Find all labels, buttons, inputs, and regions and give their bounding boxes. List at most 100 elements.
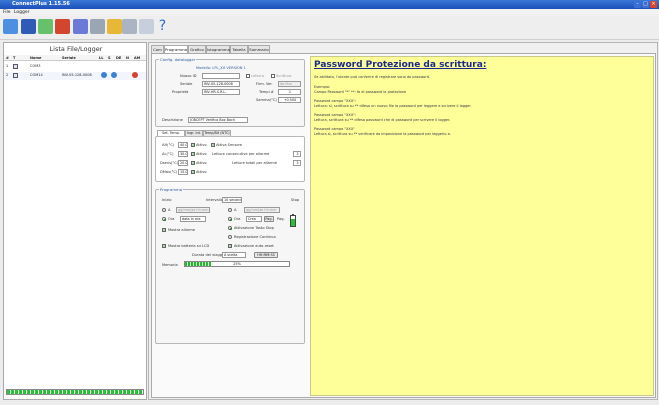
help-line: Lettura: sì, scrittura su ** difesa un n… [314,104,472,108]
stop-now-radio[interactable] [228,217,232,221]
help-line: Campo Password "*" **: fa di password la… [314,90,407,94]
tab-istogramma[interactable]: Istogramma [206,45,230,53]
stop-date-input[interactable]: gg/mm/aa hh:mm [244,207,280,213]
tab-com[interactable]: Com [151,45,164,53]
duration-select[interactable]: A scelta [222,252,246,258]
show-alarm-label: Mostra allarme [168,228,195,232]
start-now-field[interactable]: data in ora [180,216,206,222]
auto-reset-checkbox[interactable] [228,243,232,248]
model-label: Modello: LPL_XX VERSION 1 [196,66,246,70]
help-line: Lettura sì, scrittura su ** verificare d… [314,132,451,136]
battery-lcd-label: Mostra batteria su LCD [168,244,210,248]
preview-icon[interactable] [139,19,154,34]
stop-at-radio[interactable] [228,208,232,212]
help-line: Lettura, scrittura su ** difesa password… [314,118,451,122]
interval-select[interactable]: 10 secondi [222,197,242,203]
tools-icon[interactable] [90,19,105,34]
times-input[interactable]: 1 [278,89,301,95]
download-progress-bar [6,389,144,395]
chart-icon[interactable] [55,19,70,34]
start-at-radio[interactable] [162,208,166,212]
offset-label: Samma(°C) [256,98,277,102]
main-area: Com Programma Grafico Istogramma Tabella… [148,42,658,400]
battery-lcd-checkbox[interactable] [162,243,166,248]
alarm-al-checkbox[interactable] [191,151,195,156]
table-row[interactable]: 1 COM3 [4,63,146,71]
start-label: Inizio [162,198,172,202]
alarm-dmax-label: DMax(°C) [160,170,178,174]
sensor-checkbox[interactable] [211,142,215,147]
new-id-input[interactable] [202,73,240,79]
total-input[interactable]: 3 [293,160,301,166]
program-legend: Programma [159,187,184,192]
maximize-icon[interactable]: □ [642,1,649,8]
logger-list-panel: Lista File/Logger # T Nome Seriale LL S … [3,42,147,400]
alarm-ah-checkbox[interactable] [191,142,195,147]
stop-key-radio[interactable] [228,226,232,230]
alarm-dsens-checkbox[interactable] [191,160,195,165]
print-icon[interactable] [122,19,137,34]
alarm-al-input[interactable]: 30.0 [178,151,188,157]
window-titlebar: ConnectPlus 1.15.56 – □ × [0,0,659,9]
help-line: Password campo "XXX" [314,127,355,131]
memory-progress-bar: 25% [184,261,290,267]
alarm-dmax-input[interactable]: 15.0 [178,169,188,175]
start-now-radio[interactable] [162,217,166,221]
menu-logger[interactable]: Logger [14,10,30,15]
memory-label: Memoria [162,263,178,267]
start-date-input[interactable]: gg/mm/aa hh:mm [176,207,210,213]
duration-time-field[interactable]: HH:MM:SS [254,252,278,258]
memory-percent: 25% [233,262,241,266]
read-label: Lettura [251,74,264,78]
alarm-dmax-checkbox[interactable] [191,169,195,174]
show-alarm-checkbox[interactable] [162,227,166,232]
col-num: # [6,56,9,60]
stop-label: Stop [291,198,300,202]
col-n: N [126,56,129,60]
consec-input[interactable]: 3 [293,151,301,157]
alarm-dmax-attivo: Attivo [196,170,207,174]
offset-input[interactable]: +0,500 [278,97,301,103]
help-icon[interactable]: ? [155,19,170,34]
description-input[interactable]: JOBCEPT Verifica Box Bach [188,117,248,123]
start-at-label: A [168,208,171,212]
status-blue-icon [111,72,117,78]
save-icon[interactable] [21,19,36,34]
close-icon[interactable]: × [650,1,657,8]
export-icon[interactable] [38,19,53,34]
write-checkbox[interactable] [271,74,275,78]
help-line: Password campo "XXX": [314,99,357,103]
menu-file[interactable]: File [3,10,11,15]
owner-input[interactable]: INV-HR-S.R.L. [202,89,240,95]
tab-grafico[interactable]: Grafico [188,45,206,53]
config-legend: Config. datalogger [159,57,197,62]
table-row[interactable]: 2 COM14 INV-05-128-0008 [4,72,146,80]
write-label: Scrittura [276,74,292,78]
help-line: Se abilitato, l'utente può conferire di … [314,75,431,79]
stop-field[interactable]: Crea [246,216,262,222]
times-label: Tempi # [259,90,274,94]
tab-sommario[interactable]: Sommario [248,45,270,53]
interval-label: Intervallo [206,198,223,202]
continuous-radio[interactable] [228,235,232,239]
alarm-al-label: AL(°C) [162,152,174,156]
continuous-label: Registrazione Continua [234,235,276,239]
serial-input[interactable]: INV-05-128-0008 [202,81,240,87]
stop-key-label: Attivazione Tasto Stop [234,226,274,230]
minimize-icon[interactable]: – [634,1,641,8]
tab-tabella[interactable]: Tabella [230,45,248,53]
read-checkbox[interactable] [246,74,250,78]
report-icon[interactable] [73,19,88,34]
settings-icon[interactable] [107,19,122,34]
open-folder-icon[interactable] [3,19,18,34]
alarm-ah-input[interactable]: 40.0 [178,142,188,148]
stop-pag-button[interactable]: Pag. [264,216,274,222]
row-name: COM3 [30,64,41,68]
alarm-dsens-input[interactable]: 20.0 [178,160,188,166]
consec-label: Letture consecutive per allarme [212,152,270,156]
serial-label: Seriale [180,82,193,86]
battery-icon [290,214,296,227]
firmware-field: de-Run [278,81,301,87]
alarm-al-attivo: Attivo [196,152,207,156]
config-group: Config. datalogger Modello: LPL_XX VERSI… [155,57,305,127]
